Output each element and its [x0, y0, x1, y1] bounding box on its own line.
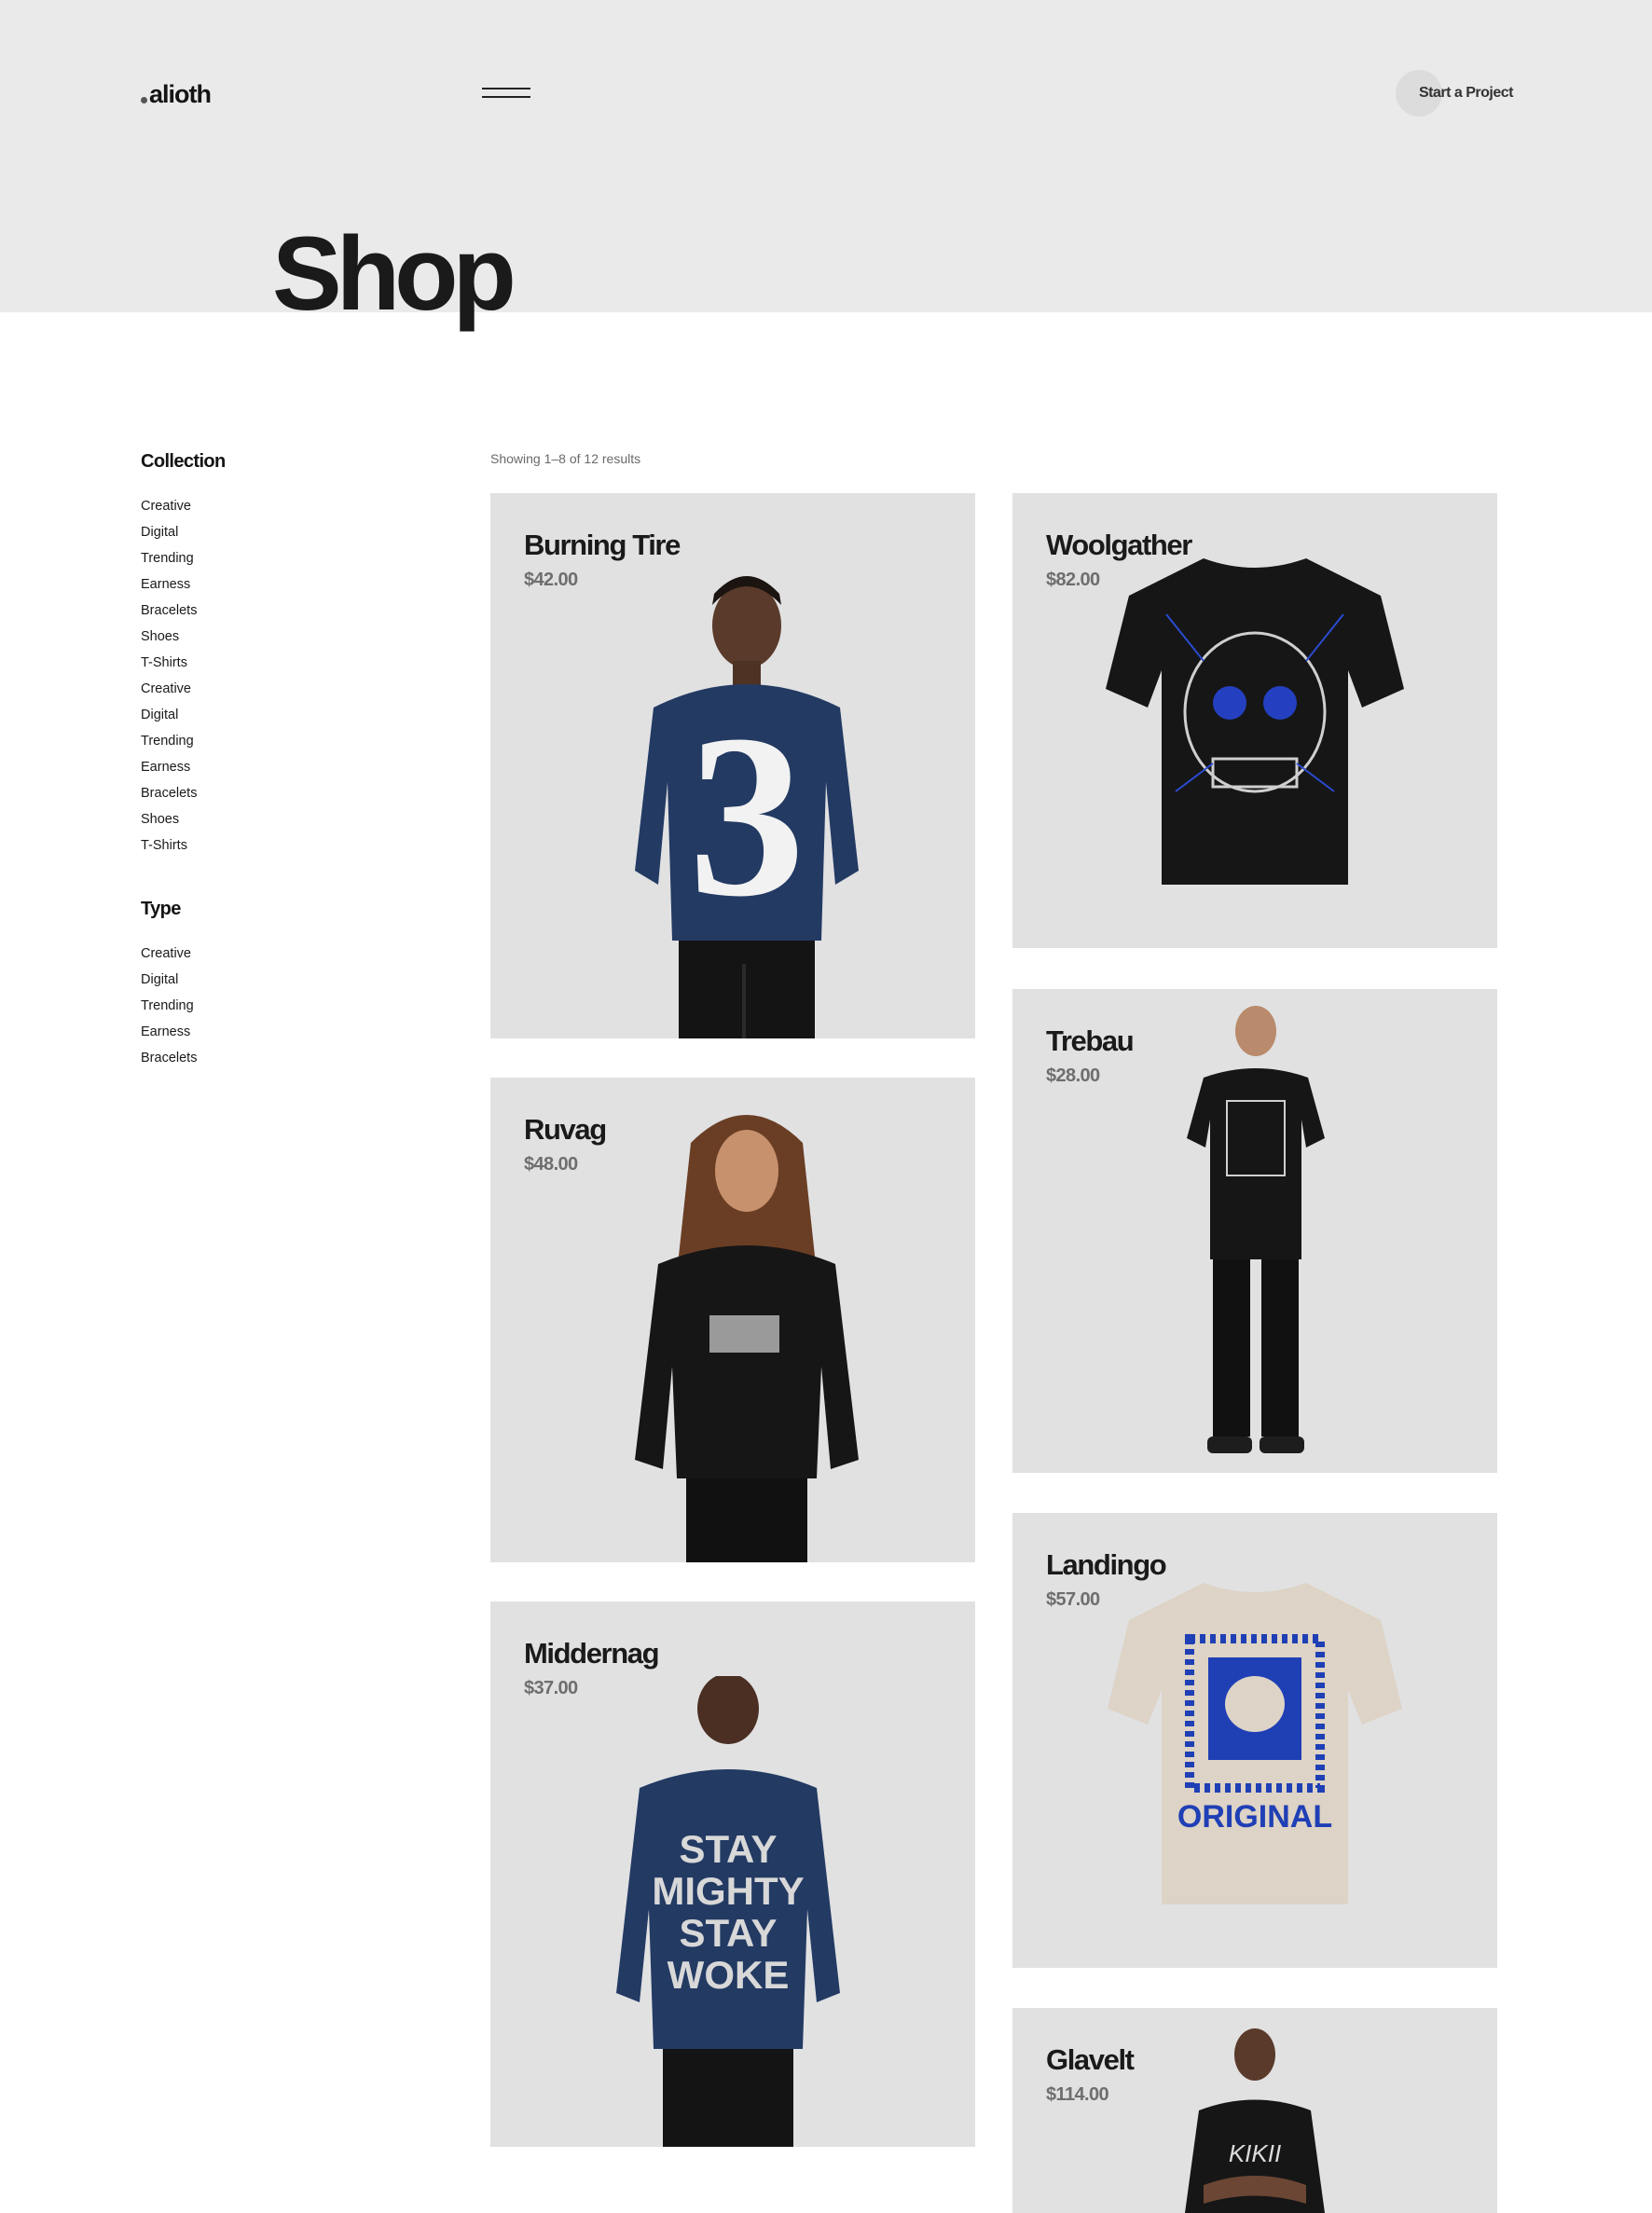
- hero-banner: [0, 0, 1652, 312]
- collection-item[interactable]: Creative: [141, 493, 420, 519]
- product-title: Trebau: [1046, 1024, 1135, 1057]
- product-title: Burning Tire: [524, 529, 681, 561]
- product-title: Landingo: [1046, 1548, 1167, 1581]
- product-card-landingo[interactable]: ORIGINAL Landingo $57.00: [1012, 1513, 1497, 1968]
- cta-label: Start a Project: [1419, 85, 1513, 101]
- logo-dot-icon: [141, 97, 147, 103]
- results-count: Showing 1–8 of 12 results: [490, 451, 641, 466]
- svg-text:STAY: STAY: [679, 1827, 777, 1871]
- collection-item[interactable]: T-Shirts: [141, 832, 420, 859]
- product-price: $57.00: [1046, 1589, 1100, 1610]
- collection-item[interactable]: Creative: [141, 676, 420, 702]
- product-card-middernag[interactable]: STAY MIGHTY STAY WOKE Middernag $37.00: [490, 1601, 975, 2147]
- collection-filter: Collection Creative Digital Trending Ear…: [141, 451, 420, 859]
- product-title: Middernag: [524, 1637, 660, 1670]
- type-item[interactable]: Earness: [141, 1019, 420, 1045]
- start-project-button[interactable]: Start a Project: [1396, 70, 1513, 117]
- svg-text:STAY: STAY: [679, 1911, 777, 1955]
- type-item[interactable]: Digital: [141, 967, 420, 993]
- collection-item[interactable]: Bracelets: [141, 780, 420, 806]
- logo-text: alioth: [149, 80, 212, 108]
- product-price: $37.00: [524, 1678, 578, 1698]
- type-item[interactable]: Trending: [141, 993, 420, 1019]
- collection-item[interactable]: Shoes: [141, 806, 420, 832]
- type-item[interactable]: Bracelets: [141, 1045, 420, 1071]
- product-card-trebau[interactable]: Trebau $28.00: [1012, 989, 1497, 1473]
- collection-item[interactable]: Earness: [141, 571, 420, 598]
- product-image-tshirt-man-standing: [1187, 1006, 1325, 1453]
- collection-item[interactable]: Earness: [141, 754, 420, 780]
- collection-heading: Collection: [141, 451, 226, 472]
- product-title: Woolgather: [1046, 529, 1192, 561]
- product-price: $114.00: [1046, 2084, 1109, 2105]
- collection-item[interactable]: Digital: [141, 702, 420, 728]
- product-card-woolgather[interactable]: Woolgather $82.00: [1012, 493, 1497, 948]
- product-title: Glavelt: [1046, 2043, 1135, 2076]
- product-price: $82.00: [1046, 570, 1100, 590]
- product-card-burning-tire[interactable]: 3 Burning Tire $42.00: [490, 493, 975, 1038]
- page-title: Shop: [272, 215, 516, 332]
- product-image-hoodie-woman: [635, 1115, 859, 1562]
- site-logo[interactable]: alioth: [141, 80, 212, 109]
- product-card-glavelt[interactable]: KIKII Glavelt $114.00: [1012, 2008, 1497, 2213]
- filter-sidebar: Collection Creative Digital Trending Ear…: [141, 451, 420, 1111]
- collection-item[interactable]: Shoes: [141, 624, 420, 650]
- collection-item[interactable]: Bracelets: [141, 598, 420, 624]
- product-image-hoodie-back: STAY MIGHTY STAY WOKE: [616, 1676, 840, 2147]
- product-price: $42.00: [524, 570, 578, 590]
- product-image-skull-tshirt: [1106, 558, 1404, 885]
- product-card-ruvag[interactable]: Ruvag $48.00: [490, 1078, 975, 1562]
- type-heading: Type: [141, 899, 181, 919]
- type-filter: Type Creative Digital Trending Earness B…: [141, 899, 420, 1071]
- svg-text:ORIGINAL: ORIGINAL: [1177, 1799, 1332, 1835]
- product-price: $28.00: [1046, 1065, 1100, 1086]
- menu-hamburger-icon[interactable]: [482, 86, 530, 101]
- product-image-sweatshirt-3: 3: [635, 576, 859, 1038]
- type-item[interactable]: Creative: [141, 941, 420, 967]
- product-price: $48.00: [524, 1154, 578, 1175]
- product-image-beige-tshirt: ORIGINAL: [1108, 1583, 1402, 1904]
- svg-text:MIGHTY: MIGHTY: [652, 1869, 804, 1913]
- collection-item[interactable]: T-Shirts: [141, 650, 420, 676]
- collection-item[interactable]: Digital: [141, 519, 420, 545]
- svg-text:WOKE: WOKE: [668, 1953, 790, 1997]
- product-title: Ruvag: [524, 1113, 607, 1146]
- collection-item[interactable]: Trending: [141, 728, 420, 754]
- product-image-tshirt-man-arms-crossed: KIKII: [1185, 2028, 1325, 2213]
- svg-text:3: 3: [689, 687, 805, 945]
- svg-text:KIKII: KIKII: [1229, 2139, 1281, 2167]
- collection-item[interactable]: Trending: [141, 545, 420, 571]
